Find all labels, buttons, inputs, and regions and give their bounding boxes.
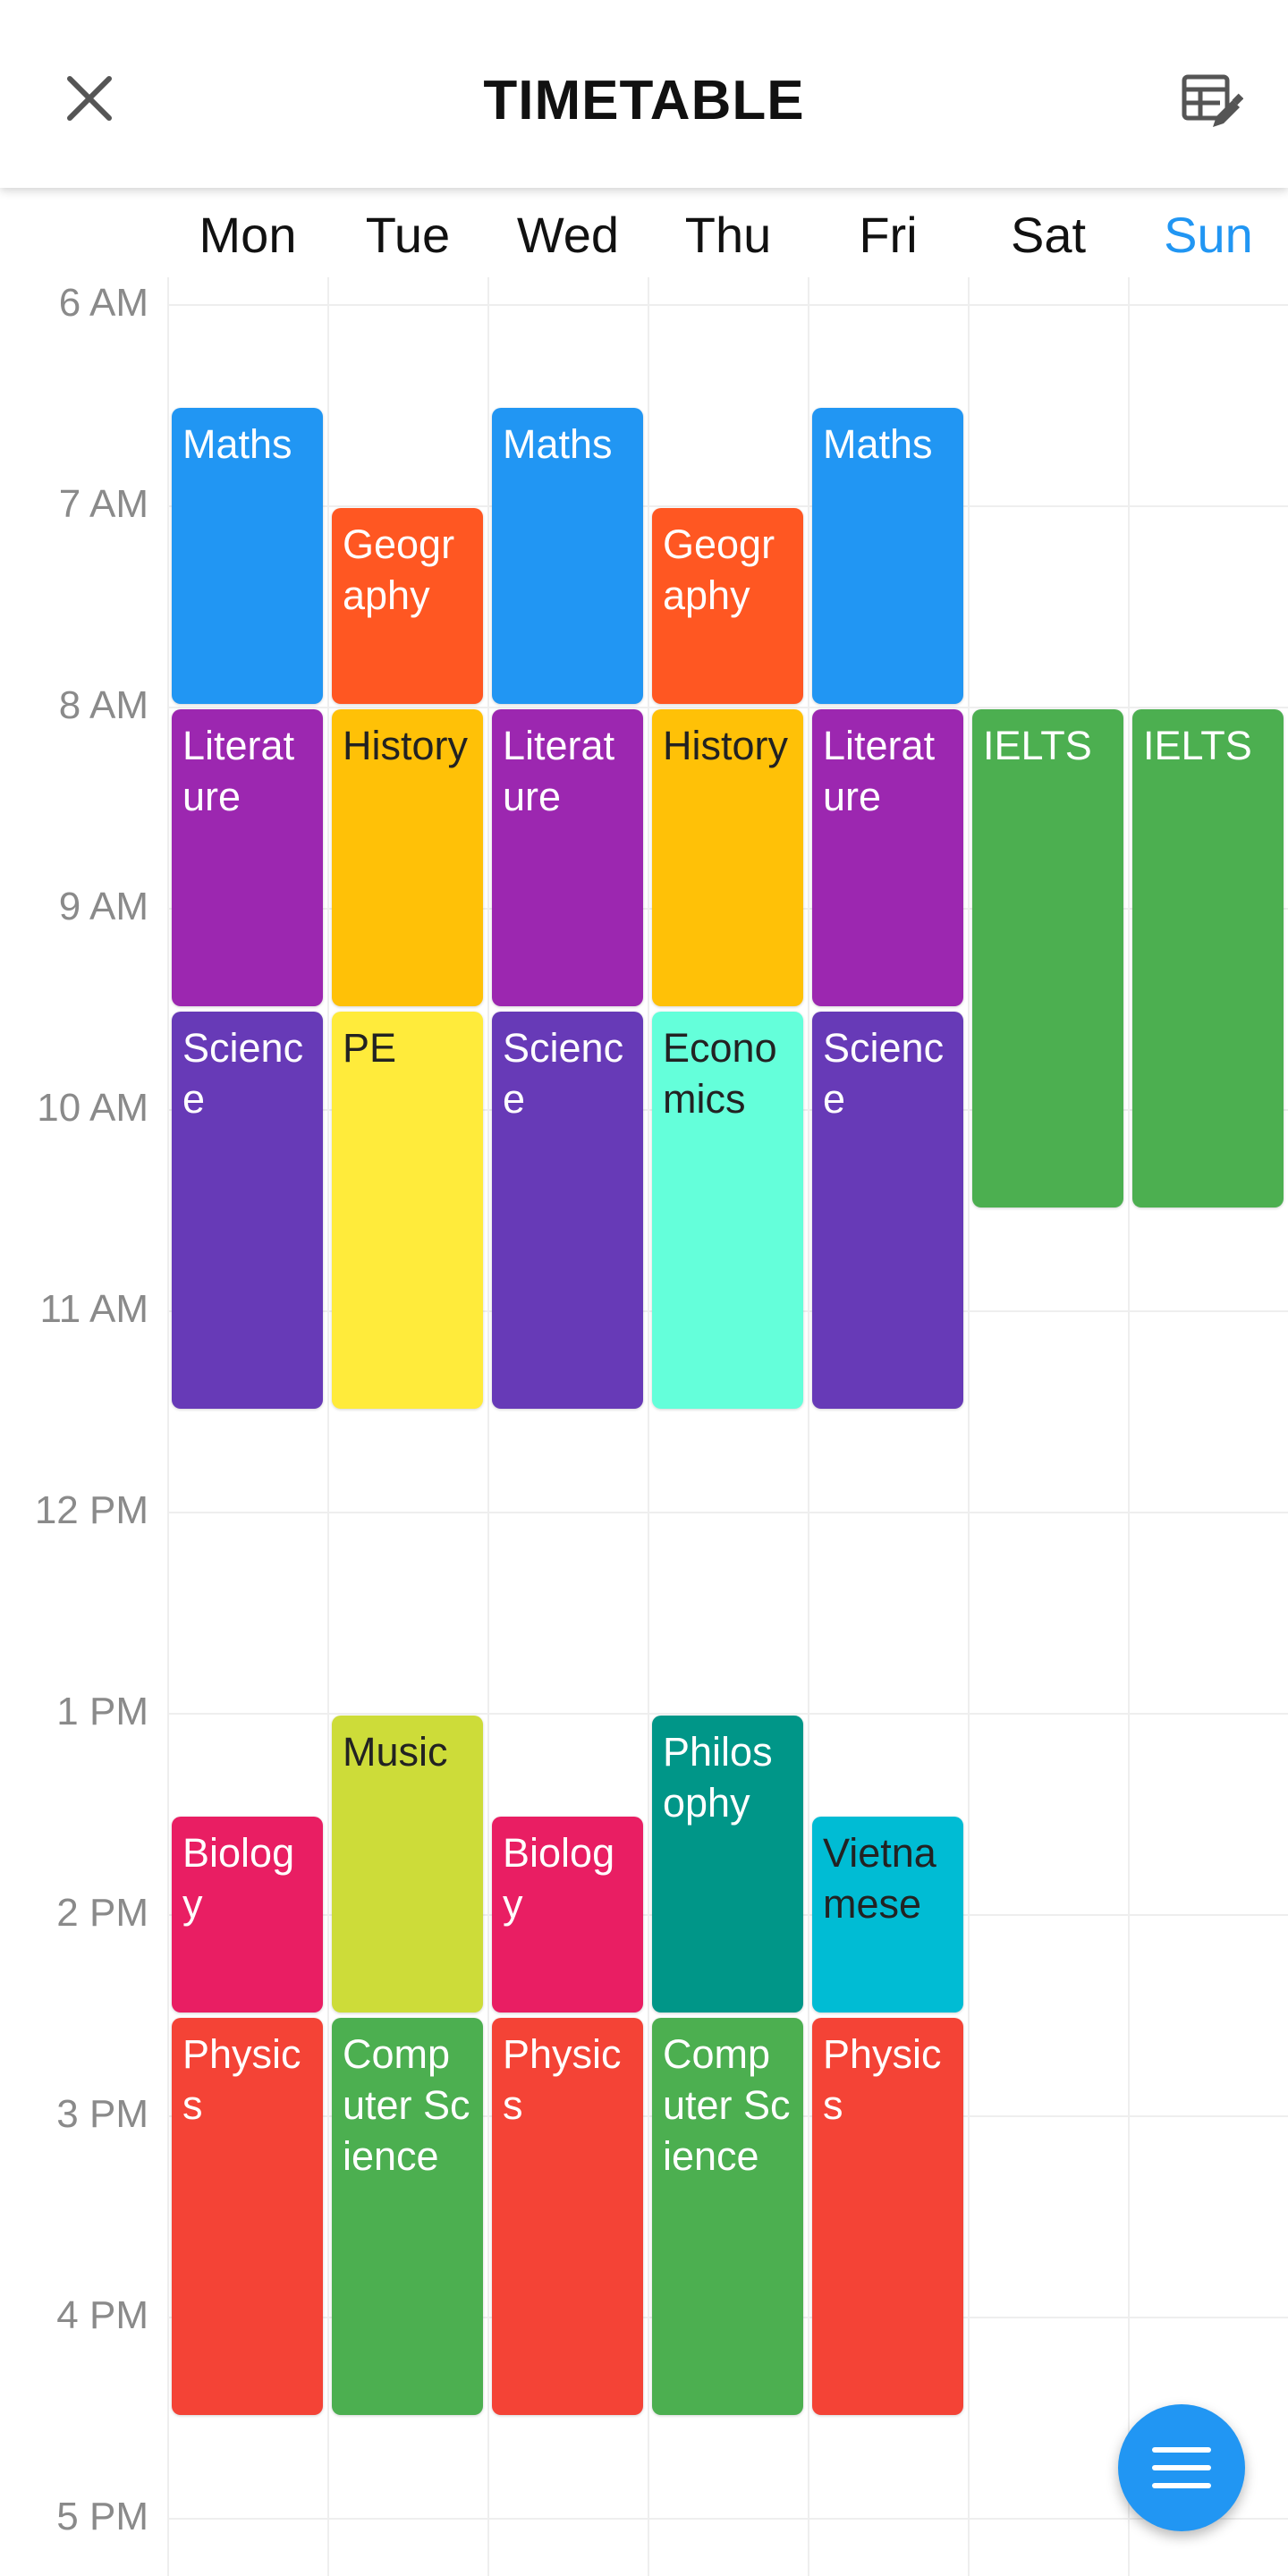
class-block-label: Geography: [343, 521, 455, 618]
table-edit-icon: [1182, 74, 1243, 127]
time-label: 11 AM: [39, 1287, 148, 1331]
class-block-vietnamese[interactable]: Vietnamese: [812, 1816, 963, 2012]
class-block-label: Science: [823, 1024, 945, 1122]
day-label-sun: Sun: [1164, 207, 1253, 263]
grid-column-line: [1128, 277, 1130, 2576]
timetable-grid: 6 AM 7 AM 8 AM 9 AM 10 AM 11 AM 12 PM 1 PM 2 PM 3…: [0, 277, 1288, 2576]
day-label-thu: Thu: [684, 207, 772, 263]
class-block-label: Physics: [503, 2030, 622, 2128]
class-block-economics[interactable]: Economics: [652, 1011, 803, 1409]
grid-column-line: [167, 277, 169, 2576]
class-block-label: Physics: [823, 2030, 942, 2128]
day-label-tue: Tue: [365, 207, 451, 263]
class-block-label: Literature: [823, 723, 936, 819]
class-block-label: Physics: [182, 2030, 301, 2128]
class-block-ielts[interactable]: IELTS: [972, 709, 1123, 1208]
class-block-history[interactable]: History: [332, 709, 483, 1006]
class-block-music[interactable]: Music: [332, 1716, 483, 2012]
time-label: 9 AM: [58, 885, 148, 928]
grid-hour-line: [168, 1512, 1288, 1513]
class-block-label: History: [663, 723, 789, 768]
timetable-screen: TIMETABLE Mon Tue Wed Thu Fri Sat Sun 6 AM 7 AM…: [0, 0, 1288, 2576]
time-label: 2 PM: [56, 1891, 148, 1935]
class-block-label: Maths: [182, 420, 292, 467]
class-block-label: Science: [182, 1024, 304, 1122]
page-title: TIMETABLE: [483, 70, 805, 131]
class-block-computer-science[interactable]: Computer Science: [332, 2017, 483, 2415]
class-block-label: Computer Science: [343, 2030, 470, 2179]
class-block-label: Computer Science: [663, 2030, 791, 2179]
class-block-ielts[interactable]: IELTS: [1132, 709, 1284, 1208]
grid-hour-line: [168, 2518, 1288, 2520]
class-block-label: History: [343, 723, 469, 768]
day-label-wed: Wed: [516, 207, 620, 263]
class-block-geography[interactable]: Geography: [332, 508, 483, 704]
class-block-science[interactable]: Science: [172, 1011, 323, 1409]
grid-hour-line: [168, 707, 1288, 708]
class-block-label: Maths: [503, 420, 613, 467]
class-block-literature[interactable]: Literature: [492, 709, 643, 1006]
class-block-label: Vietnamese: [823, 1829, 936, 1927]
class-block-physics[interactable]: Physics: [172, 2017, 323, 2415]
class-block-maths[interactable]: Maths: [492, 407, 643, 704]
day-label-sat: Sat: [1010, 207, 1087, 263]
time-label: 5 PM: [56, 2495, 148, 2538]
class-block-label: Science: [503, 1024, 624, 1122]
class-block-label: Philosophy: [663, 1729, 773, 1826]
class-block-maths[interactable]: Maths: [172, 407, 323, 704]
class-block-pe[interactable]: PE: [332, 1011, 483, 1409]
class-block-science[interactable]: Science: [492, 1011, 643, 1409]
day-label-mon: Mon: [199, 207, 297, 263]
class-block-maths[interactable]: Maths: [812, 407, 963, 704]
class-block-geography[interactable]: Geography: [652, 508, 803, 704]
edit-timetable-button[interactable]: [1172, 63, 1252, 143]
grid-column-line: [808, 277, 809, 2576]
time-label: 4 PM: [56, 2293, 148, 2337]
time-label: 3 PM: [56, 2092, 148, 2136]
menu-fab-button[interactable]: [1118, 2404, 1245, 2531]
class-block-biology[interactable]: Biology: [492, 1816, 643, 2012]
class-block-label: Literature: [503, 723, 615, 819]
time-label: 12 PM: [34, 1488, 148, 1532]
class-block-biology[interactable]: Biology: [172, 1816, 323, 2012]
time-label: 1 PM: [56, 1690, 148, 1733]
class-block-label: Literature: [182, 723, 295, 819]
time-label: 8 AM: [58, 683, 148, 727]
time-label: 7 AM: [58, 482, 148, 526]
class-block-label: Biology: [182, 1829, 295, 1927]
class-block-label: Maths: [823, 420, 933, 467]
menu-icon: [1152, 2447, 1211, 2488]
class-block-label: IELTS: [983, 723, 1092, 768]
class-block-label: Music: [343, 1729, 448, 1775]
class-block-label: Geography: [663, 521, 775, 618]
grid-column-line: [968, 277, 970, 2576]
grid-column-line: [327, 277, 329, 2576]
grid-hour-line: [168, 304, 1288, 306]
time-label: 6 AM: [58, 281, 148, 325]
class-block-literature[interactable]: Literature: [812, 709, 963, 1006]
grid-column-line: [487, 277, 489, 2576]
class-block-literature[interactable]: Literature: [172, 709, 323, 1006]
class-block-label: PE: [343, 1024, 397, 1071]
time-label: 10 AM: [37, 1086, 148, 1130]
class-block-history[interactable]: History: [652, 709, 803, 1006]
class-block-physics[interactable]: Physics: [492, 2017, 643, 2415]
class-block-label: Biology: [503, 1829, 615, 1927]
class-block-label: IELTS: [1143, 723, 1252, 768]
class-block-label: Economics: [663, 1024, 777, 1122]
class-block-physics[interactable]: Physics: [812, 2017, 963, 2415]
class-block-computer-science[interactable]: Computer Science: [652, 2017, 803, 2415]
grid-column-line: [648, 277, 649, 2576]
day-label-fri: Fri: [859, 207, 918, 263]
grid-hour-line: [168, 1713, 1288, 1715]
class-block-science[interactable]: Science: [812, 1011, 963, 1409]
grid-hour-line: [168, 505, 1288, 507]
class-block-philosophy[interactable]: Philosophy: [652, 1716, 803, 2012]
app-bar: TIMETABLE: [0, 0, 1288, 188]
